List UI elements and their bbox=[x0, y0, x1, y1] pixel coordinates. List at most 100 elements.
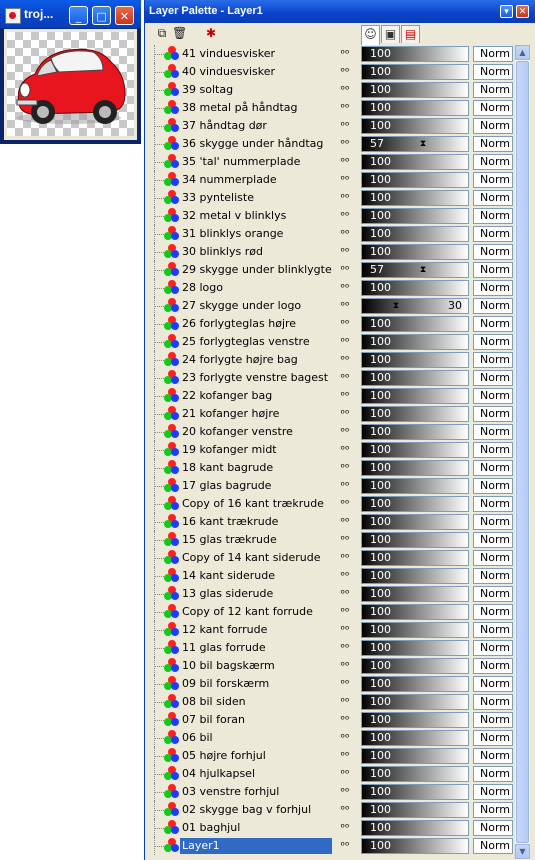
visibility-toggle-icon[interactable]: ᵒᵒ bbox=[334, 568, 356, 584]
blend-mode-select[interactable]: Norm bbox=[473, 334, 513, 350]
maximize-button[interactable]: □ bbox=[92, 6, 111, 25]
palette-close-button[interactable]: ✕ bbox=[516, 5, 529, 18]
blend-mode-select[interactable]: Norm bbox=[473, 388, 513, 404]
blend-mode-select[interactable]: Norm bbox=[473, 586, 513, 602]
image-canvas[interactable] bbox=[7, 32, 134, 136]
visibility-toggle-icon[interactable]: ᵒᵒ bbox=[334, 676, 356, 692]
blend-mode-select[interactable]: Norm bbox=[473, 100, 513, 116]
blend-mode-select[interactable]: Norm bbox=[473, 784, 513, 800]
opacity-slider[interactable]: 100 bbox=[361, 64, 469, 80]
close-button[interactable]: ✕ bbox=[115, 6, 134, 25]
opacity-slider[interactable]: 100 bbox=[361, 118, 469, 134]
blend-mode-select[interactable]: Norm bbox=[473, 532, 513, 548]
layer-row[interactable]: 26 forlygteglas højre ᵒᵒ 100 Norm bbox=[154, 315, 514, 333]
layer-row[interactable]: 38 metal på håndtag ᵒᵒ 100 Norm bbox=[154, 99, 514, 117]
blend-mode-select[interactable]: Norm bbox=[473, 460, 513, 476]
visibility-toggle-icon[interactable]: ᵒᵒ bbox=[334, 730, 356, 746]
layer-row[interactable]: 02 skygge bag v forhjul ᵒᵒ 100 Norm bbox=[154, 801, 514, 819]
layer-name[interactable]: 27 skygge under logo bbox=[180, 298, 332, 314]
visibility-toggle-icon[interactable]: ᵒᵒ bbox=[334, 46, 356, 62]
opacity-marker-icon[interactable]: ⧗ bbox=[419, 264, 427, 276]
palette-options-button[interactable]: ▾ bbox=[500, 5, 513, 18]
layer-name[interactable]: 01 baghjul bbox=[180, 820, 332, 836]
layer-name[interactable]: 18 kant bagrude bbox=[180, 460, 332, 476]
layer-name[interactable]: 38 metal på håndtag bbox=[180, 100, 332, 116]
blend-mode-select[interactable]: Norm bbox=[473, 658, 513, 674]
blend-mode-select[interactable]: Norm bbox=[473, 676, 513, 692]
opacity-slider[interactable]: 100 bbox=[361, 604, 469, 620]
layer-row[interactable]: 13 glas siderude ᵒᵒ 100 Norm bbox=[154, 585, 514, 603]
layer-name[interactable]: 30 blinklys rød bbox=[180, 244, 332, 260]
layer-name[interactable]: 35 'tal' nummerplade bbox=[180, 154, 332, 170]
layer-row[interactable]: 23 forlygte venstre bagest ᵒᵒ 100 Norm bbox=[154, 369, 514, 387]
opacity-slider[interactable]: 100 bbox=[361, 460, 469, 476]
visibility-toggle-icon[interactable]: ᵒᵒ bbox=[334, 586, 356, 602]
layer-row[interactable]: 31 blinklys orange ᵒᵒ 100 Norm bbox=[154, 225, 514, 243]
visibility-toggle-icon[interactable]: ᵒᵒ bbox=[334, 532, 356, 548]
opacity-slider[interactable]: 100 bbox=[361, 748, 469, 764]
blend-mode-select[interactable]: Norm bbox=[473, 694, 513, 710]
opacity-slider[interactable]: 100 bbox=[361, 496, 469, 512]
new-layer-icon[interactable]: ⧉ bbox=[155, 26, 169, 40]
visibility-toggle-icon[interactable]: ᵒᵒ bbox=[334, 712, 356, 728]
opacity-slider[interactable]: 100 bbox=[361, 190, 469, 206]
layer-row[interactable]: 32 metal v blinklys ᵒᵒ 100 Norm bbox=[154, 207, 514, 225]
layer-row[interactable]: Copy of 14 kant siderude ᵒᵒ 100 Norm bbox=[154, 549, 514, 567]
visibility-toggle-icon[interactable]: ᵒᵒ bbox=[334, 298, 356, 314]
delete-layer-icon[interactable]: 🗑 bbox=[172, 26, 187, 40]
visibility-toggle-icon[interactable]: ᵒᵒ bbox=[334, 424, 356, 440]
opacity-slider[interactable]: 100 bbox=[361, 640, 469, 656]
layer-name[interactable]: 11 glas forrude bbox=[180, 640, 332, 656]
new-mask-icon[interactable]: ✱ bbox=[204, 26, 218, 40]
blend-mode-select[interactable]: Norm bbox=[473, 496, 513, 512]
opacity-slider[interactable]: 100 bbox=[361, 424, 469, 440]
layer-row[interactable]: 40 vinduesvisker ᵒᵒ 100 Norm bbox=[154, 63, 514, 81]
layer-row[interactable]: 01 baghjul ᵒᵒ 100 Norm bbox=[154, 819, 514, 837]
layer-name[interactable]: 04 hjulkapsel bbox=[180, 766, 332, 782]
opacity-slider[interactable]: 100 bbox=[361, 280, 469, 296]
layer-name[interactable]: 03 venstre forhjul bbox=[180, 784, 332, 800]
layer-name[interactable]: Layer1 bbox=[180, 838, 332, 854]
visibility-toggle-icon[interactable]: ᵒᵒ bbox=[334, 244, 356, 260]
opacity-slider[interactable]: 100 bbox=[361, 658, 469, 674]
opacity-slider[interactable]: 100 bbox=[361, 352, 469, 368]
visibility-toggle-icon[interactable]: ᵒᵒ bbox=[334, 820, 356, 836]
opacity-slider[interactable]: 100 bbox=[361, 532, 469, 548]
opacity-slider[interactable]: 100 bbox=[361, 226, 469, 242]
blend-mode-select[interactable]: Norm bbox=[473, 622, 513, 638]
opacity-slider[interactable]: 100 bbox=[361, 46, 469, 62]
layer-name[interactable]: 24 forlygte højre bag bbox=[180, 352, 332, 368]
blend-mode-select[interactable]: Norm bbox=[473, 514, 513, 530]
visibility-toggle-icon[interactable]: ᵒᵒ bbox=[334, 154, 356, 170]
blend-mode-select[interactable]: Norm bbox=[473, 262, 513, 278]
layer-name[interactable]: 15 glas trækrude bbox=[180, 532, 332, 548]
layer-row[interactable]: Copy of 16 kant trækrude ᵒᵒ 100 Norm bbox=[154, 495, 514, 513]
blend-mode-select[interactable]: Norm bbox=[473, 478, 513, 494]
layer-name[interactable]: 14 kant siderude bbox=[180, 568, 332, 584]
visibility-toggle-icon[interactable]: ᵒᵒ bbox=[334, 694, 356, 710]
opacity-slider[interactable]: 100 bbox=[361, 820, 469, 836]
layers-tab-icon[interactable]: ☺ bbox=[361, 25, 380, 45]
blend-mode-select[interactable]: Norm bbox=[473, 226, 513, 242]
layer-row[interactable]: 29 skygge under blinklygte ᵒᵒ ⧗ 57 Norm bbox=[154, 261, 514, 279]
layer-name[interactable]: 39 soltag bbox=[180, 82, 332, 98]
visibility-toggle-icon[interactable]: ᵒᵒ bbox=[334, 514, 356, 530]
visibility-toggle-icon[interactable]: ᵒᵒ bbox=[334, 622, 356, 638]
layer-name[interactable]: Copy of 12 kant forrude bbox=[180, 604, 332, 620]
layer-row[interactable]: 36 skygge under håndtag ᵒᵒ ⧗ 57 Norm bbox=[154, 135, 514, 153]
opacity-marker-icon[interactable]: ⧗ bbox=[392, 300, 400, 312]
visibility-toggle-icon[interactable]: ᵒᵒ bbox=[334, 550, 356, 566]
opacity-slider[interactable]: ⧗ 30 bbox=[361, 298, 469, 314]
layer-name[interactable]: 23 forlygte venstre bagest bbox=[180, 370, 332, 386]
opacity-slider[interactable]: 100 bbox=[361, 316, 469, 332]
visibility-toggle-icon[interactable]: ᵒᵒ bbox=[334, 658, 356, 674]
opacity-slider[interactable]: 100 bbox=[361, 244, 469, 260]
layer-name[interactable]: 16 kant trækrude bbox=[180, 514, 332, 530]
layer-row[interactable]: 08 bil siden ᵒᵒ 100 Norm bbox=[154, 693, 514, 711]
layer-row[interactable]: 04 hjulkapsel ᵒᵒ 100 Norm bbox=[154, 765, 514, 783]
layer-name[interactable]: 22 kofanger bag bbox=[180, 388, 332, 404]
blend-mode-select[interactable]: Norm bbox=[473, 190, 513, 206]
layer-palette-titlebar[interactable]: Layer Palette - Layer1 ▾ ✕ bbox=[145, 0, 535, 23]
scroll-up-arrow[interactable]: ▲ bbox=[515, 45, 530, 60]
visibility-toggle-icon[interactable]: ᵒᵒ bbox=[334, 478, 356, 494]
